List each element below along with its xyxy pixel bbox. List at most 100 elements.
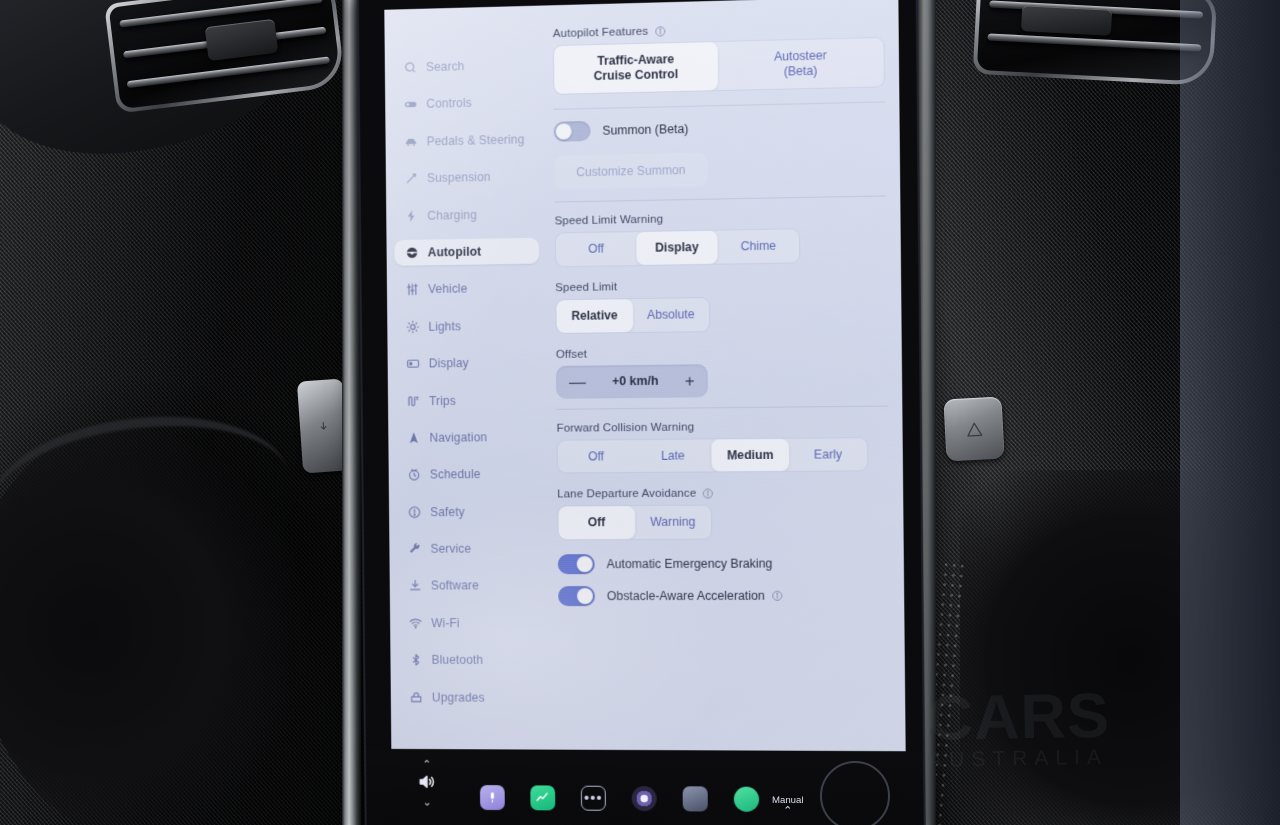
navigation-icon <box>406 430 421 445</box>
speed-limit-warning-label: Speed Limit Warning <box>555 208 887 227</box>
offset-decrement-button[interactable]: — <box>569 372 586 391</box>
info-icon[interactable] <box>702 487 714 499</box>
label-text: Offset <box>555 347 588 361</box>
sidebar-item-display[interactable]: Display <box>395 349 540 377</box>
center-touchscreen[interactable]: Search Controls Pedals & Steering Suspen… <box>356 0 926 825</box>
watermark-line-1: CARS <box>926 680 1111 754</box>
sidebar-item-software[interactable]: Software <box>397 573 542 599</box>
customize-summon-button[interactable]: Customize Summon <box>553 152 708 190</box>
autopilot-features-segmented-control[interactable]: Traffic-Aware Cruise Control Autosteer (… <box>552 36 885 95</box>
lane-departure-avoidance-segmented-control[interactable]: Off Warning <box>557 504 713 541</box>
segment-traffic-aware-cruise-control[interactable]: Traffic-Aware Cruise Control <box>553 41 719 94</box>
toggle-knob <box>576 588 594 605</box>
volume-up-button[interactable]: ⌃ <box>422 759 431 771</box>
speed-limit-warning-segmented-control[interactable]: Off Display Chime <box>554 227 801 267</box>
media-player-icon[interactable] <box>631 785 657 812</box>
label-text: Speed Limit <box>555 279 618 294</box>
green-app-icon[interactable] <box>733 786 760 812</box>
sidebar-item-suspension[interactable]: Suspension <box>394 163 539 192</box>
volume-down-button[interactable]: ⌄ <box>422 797 431 809</box>
sidebar-label: Lights <box>428 319 462 334</box>
segment-off[interactable]: Off <box>556 232 637 266</box>
taskbar-app-icons: ••• <box>479 785 760 812</box>
sidebar-label: Pedals & Steering <box>426 132 525 149</box>
sidebar-label: Software <box>430 578 480 593</box>
sidebar-label: Upgrades <box>431 690 485 705</box>
sidebar-label: Charging <box>427 207 477 223</box>
sidebar-label: Controls <box>426 96 472 112</box>
segment-chime[interactable]: Chime <box>717 229 799 263</box>
volume-control[interactable]: ⌃ ⌄ <box>415 759 439 809</box>
vent-core <box>976 0 1214 83</box>
label-text: Speed Limit Warning <box>554 212 664 228</box>
upgrades-icon <box>408 690 423 705</box>
toggle-knob <box>576 556 593 573</box>
sidebar-label: Service <box>430 541 472 556</box>
sidebar-item-navigation[interactable]: Navigation <box>396 424 541 451</box>
sidebar-item-service[interactable]: Service <box>397 536 542 562</box>
sidebar-item-vehicle[interactable]: Vehicle <box>395 275 540 303</box>
suspension-icon <box>403 171 418 186</box>
bluetooth-icon <box>408 653 423 668</box>
sidebar-item-safety[interactable]: Safety <box>397 498 542 525</box>
speed-limit-label: Speed Limit <box>555 276 887 294</box>
sliders-icon <box>405 282 420 297</box>
forward-collision-warning-segmented-control[interactable]: Off Late Medium Early <box>556 436 869 474</box>
more-apps-icon[interactable]: ••• <box>580 785 606 811</box>
sidebar-item-autopilot[interactable]: Autopilot <box>394 237 540 266</box>
toggle-knob <box>555 123 572 140</box>
automatic-emergency-braking-row[interactable]: Automatic Emergency Braking <box>557 553 890 575</box>
divider <box>556 405 889 410</box>
info-icon[interactable] <box>654 25 666 37</box>
speaker-icon[interactable] <box>415 772 439 797</box>
segment-warning[interactable]: Warning <box>634 506 711 539</box>
steering-wheel-icon <box>404 245 419 260</box>
sidebar-label: Vehicle <box>428 281 468 297</box>
sidebar-item-controls[interactable]: Controls <box>393 89 538 118</box>
offset-increment-button[interactable]: + <box>685 371 695 390</box>
lane-departure-avoidance-label: Lane Departure Avoidance <box>557 486 889 501</box>
summon-toggle-row[interactable]: Summon (Beta) <box>553 114 886 142</box>
sidebar-item-pedals-steering[interactable]: Pedals & Steering <box>393 126 538 155</box>
sidebar-item-upgrades[interactable]: Upgrades <box>399 684 544 710</box>
sidebar-item-bluetooth[interactable]: Bluetooth <box>398 647 543 673</box>
sidebar-item-schedule[interactable]: Schedule <box>396 461 541 488</box>
segment-relative[interactable]: Relative <box>556 298 633 333</box>
obstacle-aware-acceleration-toggle[interactable] <box>558 586 596 607</box>
sidebar-item-trips[interactable]: Trips <box>396 387 541 414</box>
speed-limit-segmented-control[interactable]: Relative Absolute <box>555 296 711 334</box>
segment-display[interactable]: Display <box>636 230 718 265</box>
summon-toggle[interactable] <box>553 120 591 142</box>
segment-absolute[interactable]: Absolute <box>632 298 709 332</box>
sidebar-label: Autopilot <box>427 244 482 260</box>
offset-value: +0 km/h <box>611 373 659 389</box>
voice-command-icon[interactable] <box>479 785 505 811</box>
search-icon <box>402 60 417 75</box>
segment-late[interactable]: Late <box>634 439 711 473</box>
segment-early[interactable]: Early <box>789 438 867 472</box>
sidebar-item-search[interactable]: Search <box>393 51 538 80</box>
segment-off[interactable]: Off <box>558 506 635 540</box>
bolt-icon <box>404 208 419 223</box>
segment-off[interactable]: Off <box>558 440 635 473</box>
manual-drive-mode-control[interactable]: Manual ⌃ <box>772 795 803 817</box>
steering-wheel-rim <box>820 761 890 825</box>
sidebar-item-charging[interactable]: Charging <box>394 200 539 228</box>
obstacle-aware-acceleration-row[interactable]: Obstacle-Aware Acceleration <box>558 586 890 607</box>
offset-stepper[interactable]: — +0 km/h + <box>555 363 708 399</box>
card-app-icon[interactable] <box>682 786 708 812</box>
sidebar-item-lights[interactable]: Lights <box>395 312 540 340</box>
hazard-lights-button[interactable] <box>943 396 1005 462</box>
label-text: Forward Collision Warning <box>556 419 695 435</box>
info-icon[interactable] <box>771 590 783 602</box>
automatic-emergency-braking-toggle[interactable] <box>557 554 595 575</box>
watermark-line-2: AUSTRALIA <box>927 745 1109 772</box>
segment-autosteer-beta[interactable]: Autosteer (Beta) <box>718 38 884 90</box>
segment-medium[interactable]: Medium <box>711 438 790 472</box>
sidebar-label: Search <box>425 59 465 75</box>
sidebar-item-wifi[interactable]: Wi-Fi <box>398 610 543 636</box>
energy-chart-icon[interactable] <box>530 785 556 811</box>
manual-chevron-up-icon[interactable]: ⌃ <box>772 806 803 817</box>
sidebar-label: Safety <box>430 504 465 519</box>
sun-icon <box>405 319 420 334</box>
